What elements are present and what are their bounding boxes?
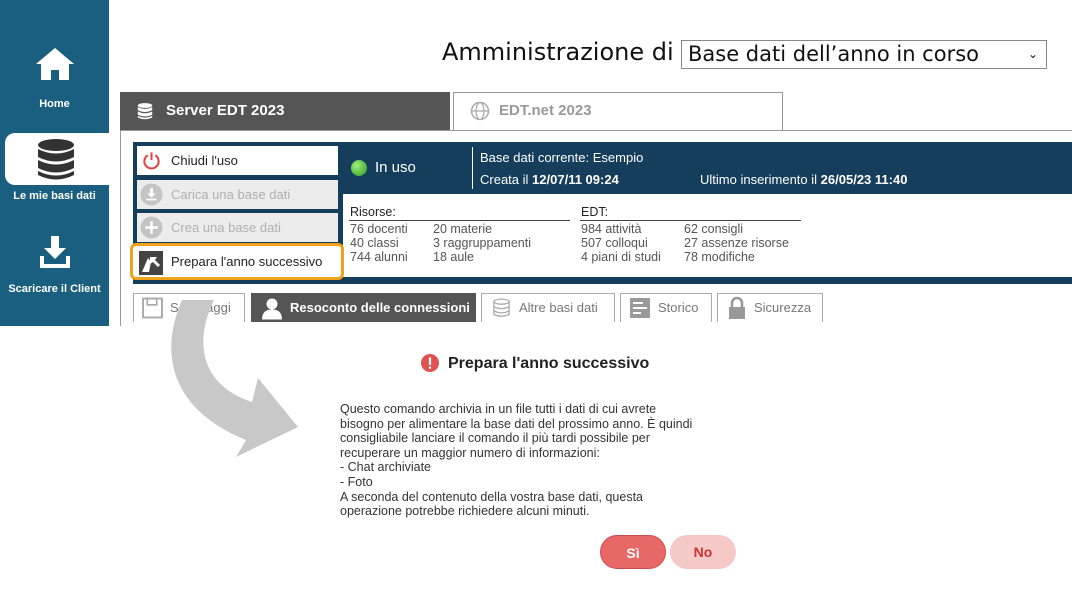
tab-edtnet-label: EDT.net 2023 bbox=[499, 102, 592, 119]
power-icon bbox=[143, 152, 160, 170]
risorse-heading: Risorse: bbox=[350, 205, 396, 219]
list-item: 62 consigli bbox=[684, 222, 744, 236]
download-circle-icon bbox=[140, 183, 163, 206]
created-value: 12/07/11 09:24 bbox=[532, 172, 619, 187]
carica-base-label: Carica una base dati bbox=[171, 187, 291, 202]
list-item: 744 alunni bbox=[350, 250, 408, 264]
chiudi-uso-label: Chiudi l'uso bbox=[171, 153, 238, 168]
lock-icon bbox=[729, 296, 745, 319]
risorse-col1: 76 docenti 40 classi 744 alunni bbox=[350, 222, 408, 264]
database-icon bbox=[38, 139, 74, 180]
crea-base-button[interactable]: Crea una base dati bbox=[137, 213, 338, 242]
tab-edtnet[interactable]: EDT.net 2023 bbox=[453, 92, 783, 130]
download-icon bbox=[40, 236, 70, 268]
database-icon bbox=[137, 103, 153, 120]
subtab-label: Storico bbox=[658, 300, 699, 315]
sidebar-item-label: Scaricare il Client bbox=[8, 283, 101, 295]
list-item: 40 classi bbox=[350, 236, 399, 250]
list-item: 27 assenze risorse bbox=[684, 236, 789, 250]
yes-button[interactable]: Sì bbox=[600, 535, 666, 569]
last-insert-value: 26/05/23 11:40 bbox=[820, 172, 908, 187]
list-item: 3 raggruppamenti bbox=[433, 236, 531, 250]
sidebar-item-download-client[interactable]: Scaricare il Client bbox=[0, 232, 109, 302]
dialog-body: Questo comando archivia in un file tutti… bbox=[340, 402, 693, 519]
carica-base-button[interactable]: Carica una base dati bbox=[137, 180, 338, 209]
sidebar-item-databases[interactable] bbox=[5, 133, 109, 185]
subtab-sicurezza[interactable]: Sicurezza bbox=[717, 293, 823, 322]
database-select[interactable]: Base dati dell’anno in corso ⌄ bbox=[681, 40, 1047, 69]
subtab-label: Sicurezza bbox=[754, 300, 812, 315]
history-icon bbox=[630, 298, 650, 318]
risorse-underline bbox=[349, 220, 570, 221]
list-item: 76 docenti bbox=[350, 222, 408, 236]
chevron-down-icon: ⌄ bbox=[1027, 47, 1038, 61]
sidebar-item-label: Home bbox=[39, 98, 70, 110]
subtab-label: Altre basi dati bbox=[519, 300, 598, 315]
globe-icon bbox=[470, 101, 490, 121]
admin-label: Amministrazione di bbox=[442, 38, 674, 66]
list-item: 78 modifiche bbox=[684, 250, 755, 264]
plus-circle-icon bbox=[140, 216, 163, 239]
last-insert-label: Ultimo inserimento il bbox=[700, 172, 818, 187]
edt-underline bbox=[580, 220, 801, 221]
subtab-label: Resoconto delle connessioni bbox=[290, 300, 470, 315]
current-database: Base dati corrente: Esempio bbox=[480, 150, 644, 165]
created-info: Creata il 12/07/11 09:24 bbox=[480, 172, 619, 187]
tab-server-label: Server EDT 2023 bbox=[166, 102, 285, 119]
status-in-use-label: In uso bbox=[375, 159, 416, 176]
panel-divider bbox=[472, 147, 473, 189]
last-insert-info: Ultimo inserimento il 26/05/23 11:40 bbox=[700, 172, 907, 187]
tab-server[interactable]: Server EDT 2023 bbox=[120, 92, 450, 130]
prepara-anno-label: Prepara l'anno successivo bbox=[171, 254, 323, 269]
next-year-icon bbox=[139, 251, 163, 275]
edt-heading: EDT: bbox=[581, 205, 609, 219]
edt-col2: 62 consigli 27 assenze risorse 78 modifi… bbox=[684, 222, 789, 264]
edt-col1: 984 attività 507 colloqui 4 piani di stu… bbox=[581, 222, 661, 264]
subtab-altre-basi[interactable]: Altre basi dati bbox=[481, 293, 615, 322]
home-icon bbox=[36, 48, 74, 80]
sidebar-item-label: Le mie basi dati bbox=[13, 190, 96, 202]
database-select-value: Base dati dell’anno in corso bbox=[688, 42, 979, 66]
list-item: 984 attività bbox=[581, 222, 642, 236]
dialog-title: Prepara l'anno successivo bbox=[448, 355, 650, 372]
subtab-storico[interactable]: Storico bbox=[620, 293, 712, 322]
database-icon bbox=[493, 298, 510, 317]
risorse-col2: 20 materie 3 raggruppamenti 18 aule bbox=[433, 222, 531, 264]
list-item: 20 materie bbox=[433, 222, 493, 236]
list-item: 18 aule bbox=[433, 250, 475, 264]
chiudi-uso-button[interactable]: Chiudi l'uso bbox=[137, 146, 338, 175]
crea-base-label: Crea una base dati bbox=[171, 220, 281, 235]
created-label: Creata il bbox=[480, 172, 529, 187]
prepara-anno-button[interactable]: Prepara l'anno successivo bbox=[130, 243, 344, 280]
alert-icon bbox=[421, 354, 439, 372]
list-item: 507 colloqui bbox=[581, 236, 648, 250]
status-dot-icon bbox=[351, 160, 367, 176]
no-button[interactable]: No bbox=[670, 535, 736, 569]
list-item: 4 piani di studi bbox=[581, 250, 661, 264]
sidebar-item-home[interactable]: Home bbox=[0, 38, 109, 118]
curved-arrow-icon bbox=[171, 300, 298, 457]
